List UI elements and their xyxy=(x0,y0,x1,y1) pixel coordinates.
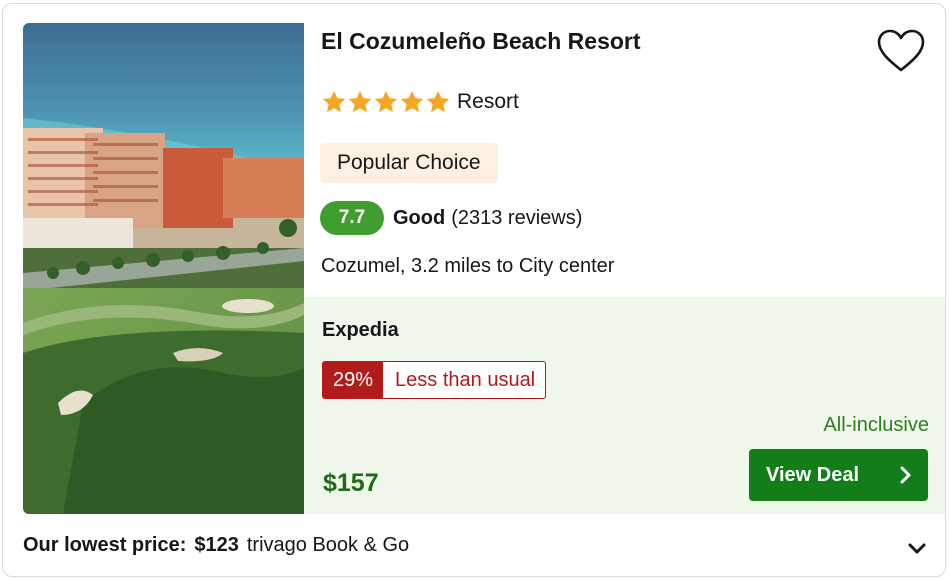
discount-badge: 29% Less than usual xyxy=(322,361,547,399)
star-icon xyxy=(374,90,398,113)
chevron-right-icon xyxy=(900,466,911,484)
deal-provider: Expedia xyxy=(322,319,399,341)
star-icon xyxy=(348,90,372,113)
heart-outline-icon[interactable] xyxy=(875,26,927,78)
lowest-price-provider: trivago Book & Go xyxy=(246,534,410,556)
chevron-down-icon[interactable] xyxy=(906,537,928,559)
board-type: All-inclusive xyxy=(823,414,929,436)
hotel-location: Cozumel, 3.2 miles to City center xyxy=(321,255,615,277)
rating-score-badge: 7.7 xyxy=(320,201,384,235)
review-rating[interactable]: 7.7 Good (2313 reviews) xyxy=(320,201,582,235)
lowest-price-label: Our lowest price: xyxy=(23,534,187,556)
rating-label: Good xyxy=(393,206,446,229)
star-icon xyxy=(400,90,424,113)
star-icon xyxy=(426,90,450,113)
hotel-card: El Cozumeleño Beach Resort Resort Popula… xyxy=(2,3,946,577)
star-icon xyxy=(322,90,346,113)
star-rating: Resort xyxy=(321,89,519,115)
accommodation-type: Resort xyxy=(457,90,519,113)
view-deal-button[interactable]: View Deal xyxy=(749,449,928,501)
discount-label: Less than usual xyxy=(395,369,536,391)
deal-price: $157 xyxy=(323,469,379,497)
lowest-price-amount: $123 xyxy=(194,534,239,556)
view-deal-label: View Deal xyxy=(766,463,860,486)
review-count: (2313 reviews) xyxy=(451,206,583,229)
lowest-price-summary[interactable]: Our lowest price: $123 trivago Book & Go xyxy=(23,534,409,557)
popular-choice-badge: Popular Choice xyxy=(320,143,498,183)
hotel-photo[interactable] xyxy=(23,23,304,514)
discount-percent: 29% xyxy=(323,362,384,398)
hotel-name[interactable]: El Cozumeleño Beach Resort xyxy=(321,28,641,55)
deal-panel: Expedia 29% Less than usual All-inclusiv… xyxy=(304,297,945,514)
